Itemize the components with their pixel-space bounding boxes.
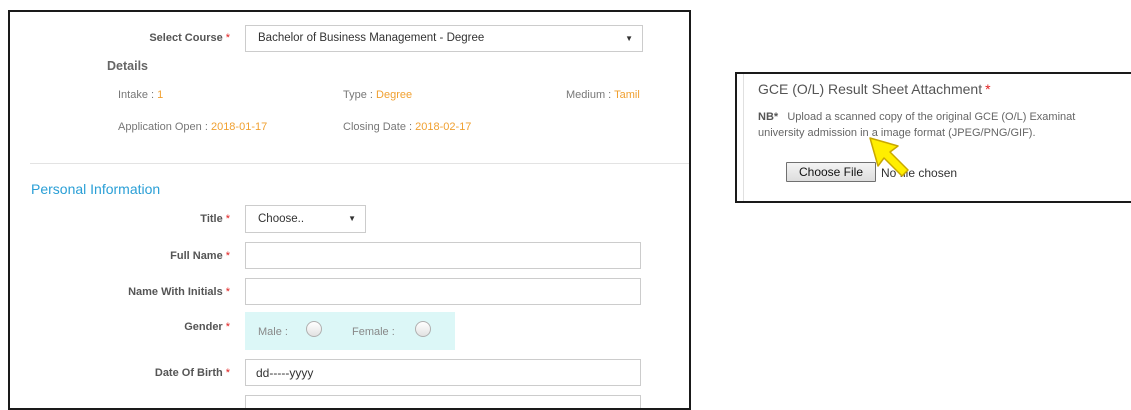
course-select[interactable]: Bachelor of Business Management - Degree… (245, 25, 643, 52)
female-radio-label: Female : (352, 326, 395, 338)
personal-information-heading: Personal Information (31, 181, 161, 197)
next-field-input[interactable] (245, 395, 641, 408)
date-of-birth-label: Date Of Birth * (154, 367, 230, 379)
caret-down-icon: ▼ (625, 34, 633, 43)
title-label: Title * (200, 213, 230, 225)
application-open-detail: Application Open : 2018-01-17 (118, 121, 268, 133)
caret-down-icon: ▼ (348, 214, 356, 223)
full-name-label: Full Name * (170, 250, 230, 262)
gender-radio-group: Male : Female : (245, 312, 455, 350)
gender-label: Gender * (184, 321, 230, 333)
date-of-birth-input[interactable]: dd-----yyyy (245, 359, 641, 386)
full-name-input[interactable] (245, 242, 641, 269)
closing-date-detail: Closing Date : 2018-02-17 (343, 121, 472, 133)
application-form-panel: Select Course * Bachelor of Business Mana… (8, 10, 691, 410)
male-radio-label: Male : (258, 326, 288, 338)
select-course-label: Select Course * (149, 32, 230, 44)
type-detail: Type : Degree (343, 89, 413, 101)
intake-detail: Intake : 1 (118, 89, 164, 101)
details-heading: Details (107, 59, 148, 73)
course-select-value: Bachelor of Business Management - Degree (258, 32, 485, 44)
attachment-panel: GCE (O/L) Result Sheet Attachment * NB* U… (735, 72, 1131, 203)
female-radio[interactable] (415, 321, 431, 337)
title-select[interactable]: Choose.. ▼ (245, 205, 366, 233)
arrow-cursor-icon (868, 136, 914, 185)
name-with-initials-label: Name With Initials * (128, 286, 230, 298)
medium-detail: Medium : Tamil (566, 89, 640, 101)
attachment-content: GCE (O/L) Result Sheet Attachment * NB* U… (743, 74, 1131, 201)
choose-file-button[interactable]: Choose File (786, 162, 876, 182)
male-radio[interactable] (306, 321, 322, 337)
section-divider (30, 163, 689, 164)
name-with-initials-input[interactable] (245, 278, 641, 305)
attachment-note: NB* Upload a scanned copy of the origina… (758, 111, 1076, 139)
attachment-title: GCE (O/L) Result Sheet Attachment * (758, 81, 991, 97)
title-select-value: Choose.. (258, 213, 305, 225)
